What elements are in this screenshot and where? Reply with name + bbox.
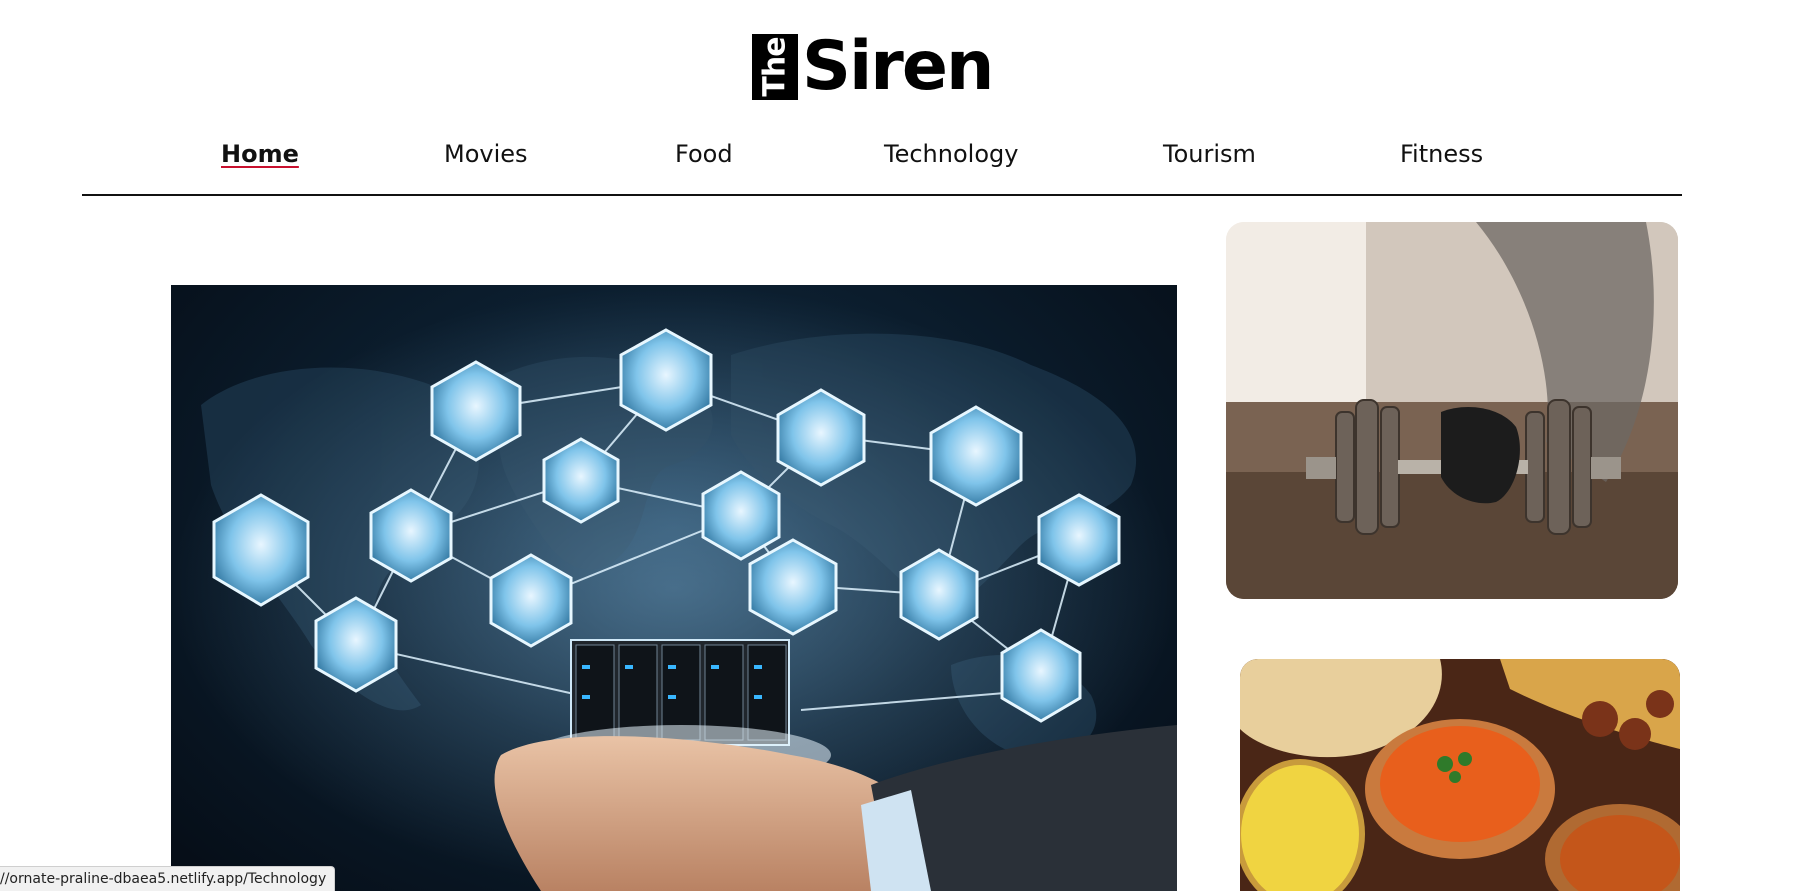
nav-home[interactable]: Home [221,140,299,168]
nav-technology[interactable]: Technology [884,140,1018,168]
nav-fitness[interactable]: Fitness [1400,140,1483,168]
logo-mark: The [752,34,798,100]
technology-network-illustration [171,285,1177,891]
site-logo[interactable]: The Siren [752,27,994,106]
logo-mark-text: The [757,37,793,97]
dumbbell-workout-image[interactable] [1226,222,1678,599]
main-nav: Home Movies Food Technology Tourism Fitn… [0,140,1807,180]
indian-curry-food-image[interactable] [1240,659,1680,891]
nav-movies[interactable]: Movies [444,140,528,168]
nav-tourism[interactable]: Tourism [1163,140,1256,168]
technology-network-image[interactable] [171,285,1177,891]
nav-food[interactable]: Food [675,140,733,168]
status-bar-url: //ornate-praline-dbaea5.netlify.app/Tech… [0,866,336,891]
curry-illustration [1240,659,1680,891]
nav-divider [82,194,1682,196]
dumbbell-illustration [1226,222,1678,599]
logo-wordmark: Siren [802,27,994,106]
